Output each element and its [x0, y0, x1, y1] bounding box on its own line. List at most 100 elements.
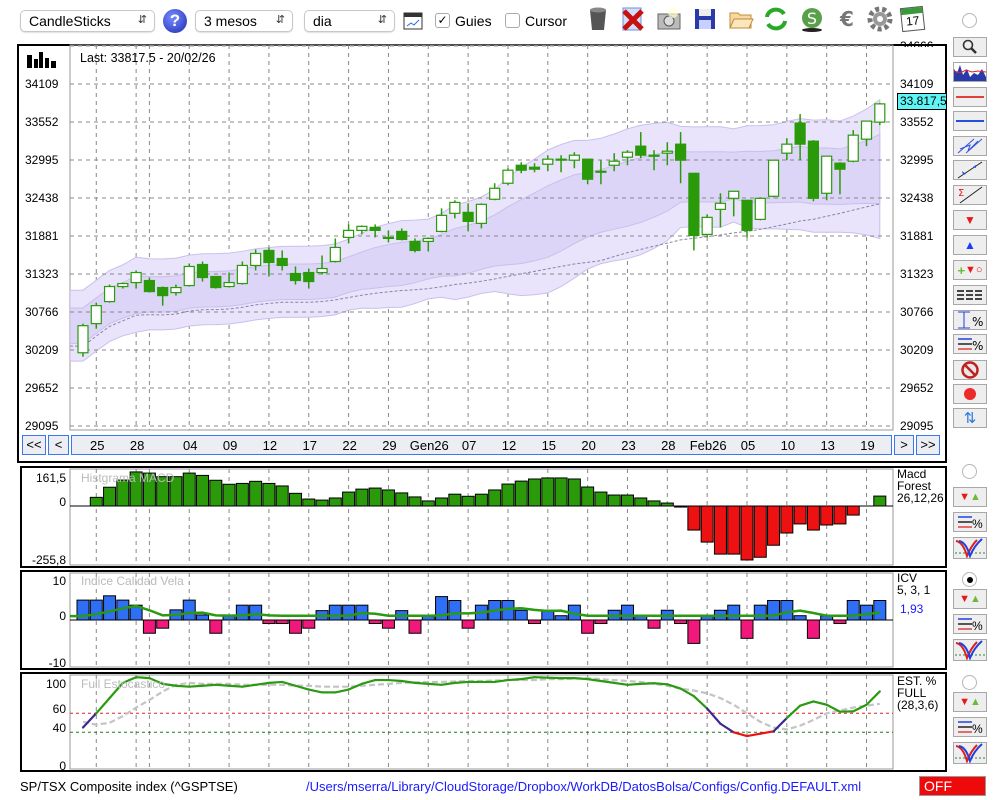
divergence-button[interactable]: [953, 537, 987, 559]
sigma-trendline-icon: Σ: [958, 186, 983, 204]
price-tick-left: 31881: [25, 228, 59, 243]
macd-bar: [249, 480, 263, 507]
nav-prev-button[interactable]: <: [48, 435, 69, 455]
panel-select-radio-icv[interactable]: [962, 572, 977, 587]
macd-bar: [448, 493, 462, 507]
candle-body: [103, 285, 116, 303]
macd-bar: [222, 483, 236, 507]
sync-button[interactable]: ⇅: [953, 408, 987, 428]
panel-select-radio-stochastic[interactable]: [962, 675, 977, 690]
icv-bar: [142, 619, 156, 634]
price-tick-right: 29652: [900, 381, 934, 396]
nav-next-button[interactable]: >: [894, 435, 914, 455]
date-label: 12: [501, 438, 517, 453]
price-tick-right: 30766: [900, 305, 934, 320]
buy-signal-button[interactable]: ▲: [953, 235, 987, 255]
macd-panel-title: Histgrama MACD: [81, 471, 175, 485]
candle-body: [648, 154, 660, 157]
divergence-button[interactable]: [953, 742, 987, 764]
zoom-tool-button[interactable]: [953, 37, 987, 57]
stoch-k-segment: [188, 684, 204, 688]
bar-chart-icon[interactable]: [27, 52, 59, 68]
stoch-k-segment: [785, 704, 802, 720]
icv-bar: [196, 614, 210, 621]
icv-bar: [873, 600, 887, 621]
candle: [741, 199, 753, 238]
candle-body: [821, 155, 833, 194]
panel-select-radio-macd[interactable]: [962, 464, 977, 479]
blue-line-tool-button[interactable]: [953, 111, 987, 131]
icv-legend: ICV 5, 3, 1 1,93: [897, 572, 930, 615]
macd-bar: [103, 486, 117, 507]
record-button[interactable]: [953, 384, 987, 404]
stoch-k-segment: [719, 722, 735, 734]
stoch-k-segment: [334, 688, 350, 694]
levels-percent-button[interactable]: %: [953, 717, 987, 737]
arrow-up-green-icon: ▲: [970, 593, 981, 605]
stoch-tick-0: 0: [59, 759, 66, 773]
range-percent-button[interactable]: %: [953, 310, 987, 330]
stoch-k-segment: [400, 679, 417, 685]
signals-toggle-button[interactable]: ▼ ▲: [953, 487, 987, 507]
candle: [821, 155, 833, 201]
stoch-k-segment: [812, 700, 828, 706]
price-tick-left: 33552: [25, 114, 59, 129]
levels-percent-button[interactable]: %: [953, 614, 987, 634]
levels-percent-button[interactable]: %: [953, 512, 987, 532]
macd-bar: [262, 482, 276, 507]
add-signal-button[interactable]: + ▼○: [953, 260, 987, 280]
svg-text:%: %: [972, 722, 983, 735]
clear-button[interactable]: [953, 360, 987, 380]
lines-percent-button[interactable]: %: [953, 334, 987, 354]
macd-bar: [196, 474, 210, 507]
icv-bar: [209, 619, 223, 634]
nav-first-button[interactable]: <<: [22, 435, 46, 455]
sum-trendline-tool-button[interactable]: Σ: [953, 185, 987, 205]
stoch-k-segment: [599, 679, 616, 685]
macd-bar: [713, 505, 727, 555]
candle-body: [489, 187, 501, 200]
candle-body: [263, 249, 275, 264]
stoch-k-segment: [227, 684, 244, 688]
date-axis-strip[interactable]: 25 28 04 09 12 17 22 29 Gen26 07 12 15 20 23 28 Feb26 05…: [71, 435, 892, 455]
price-tick-left: 32995: [25, 152, 59, 167]
candle-body: [170, 286, 182, 294]
stoch-k-segment: [639, 682, 656, 685]
stoch-k-segment: [732, 731, 749, 738]
red-line-tool-button[interactable]: [953, 87, 987, 107]
candle: [847, 130, 859, 163]
trendline-tool-button[interactable]: [953, 160, 987, 180]
macd-bar: [528, 478, 542, 507]
date-label: 28: [661, 438, 676, 453]
levels-button[interactable]: [953, 285, 987, 305]
macd-bar: [873, 495, 887, 507]
price-tick-left: 30766: [25, 305, 59, 320]
nav-last-button[interactable]: >>: [916, 435, 940, 455]
macd-bar: [395, 492, 409, 507]
off-toggle-button[interactable]: OFF: [919, 776, 986, 796]
stoch-tick-100: 100: [45, 677, 66, 691]
sell-signal-button[interactable]: ▼: [953, 210, 987, 230]
candle-body: [157, 286, 169, 297]
lines-percent-icon: %: [958, 516, 983, 530]
candle-body: [834, 162, 846, 170]
date-label: 04: [183, 438, 198, 453]
channel-tool-button[interactable]: [953, 136, 987, 156]
stoch-k-segment: [573, 677, 589, 681]
signals-toggle-button[interactable]: ▼ ▲: [953, 692, 987, 712]
date-label: 05: [740, 438, 756, 453]
arrow-up-green-icon: ▲: [970, 491, 981, 503]
stoch-k-segment: [174, 684, 191, 688]
volume-overlay-button[interactable]: [953, 62, 987, 82]
candle-body: [860, 120, 873, 140]
divergence-button[interactable]: [953, 639, 987, 661]
last-price-tag: 33.817,5: [897, 93, 947, 110]
icv-bar: [328, 604, 342, 621]
config-path-link[interactable]: /Users/mserra/Library/CloudStorage/Dropb…: [306, 779, 861, 794]
svg-text:%: %: [972, 315, 983, 329]
signals-toggle-button[interactable]: ▼ ▲: [953, 589, 987, 609]
date-label: Gen26: [409, 438, 449, 453]
macd-bar: [182, 472, 196, 507]
candle-body: [608, 160, 620, 166]
main-plot: [70, 45, 893, 427]
